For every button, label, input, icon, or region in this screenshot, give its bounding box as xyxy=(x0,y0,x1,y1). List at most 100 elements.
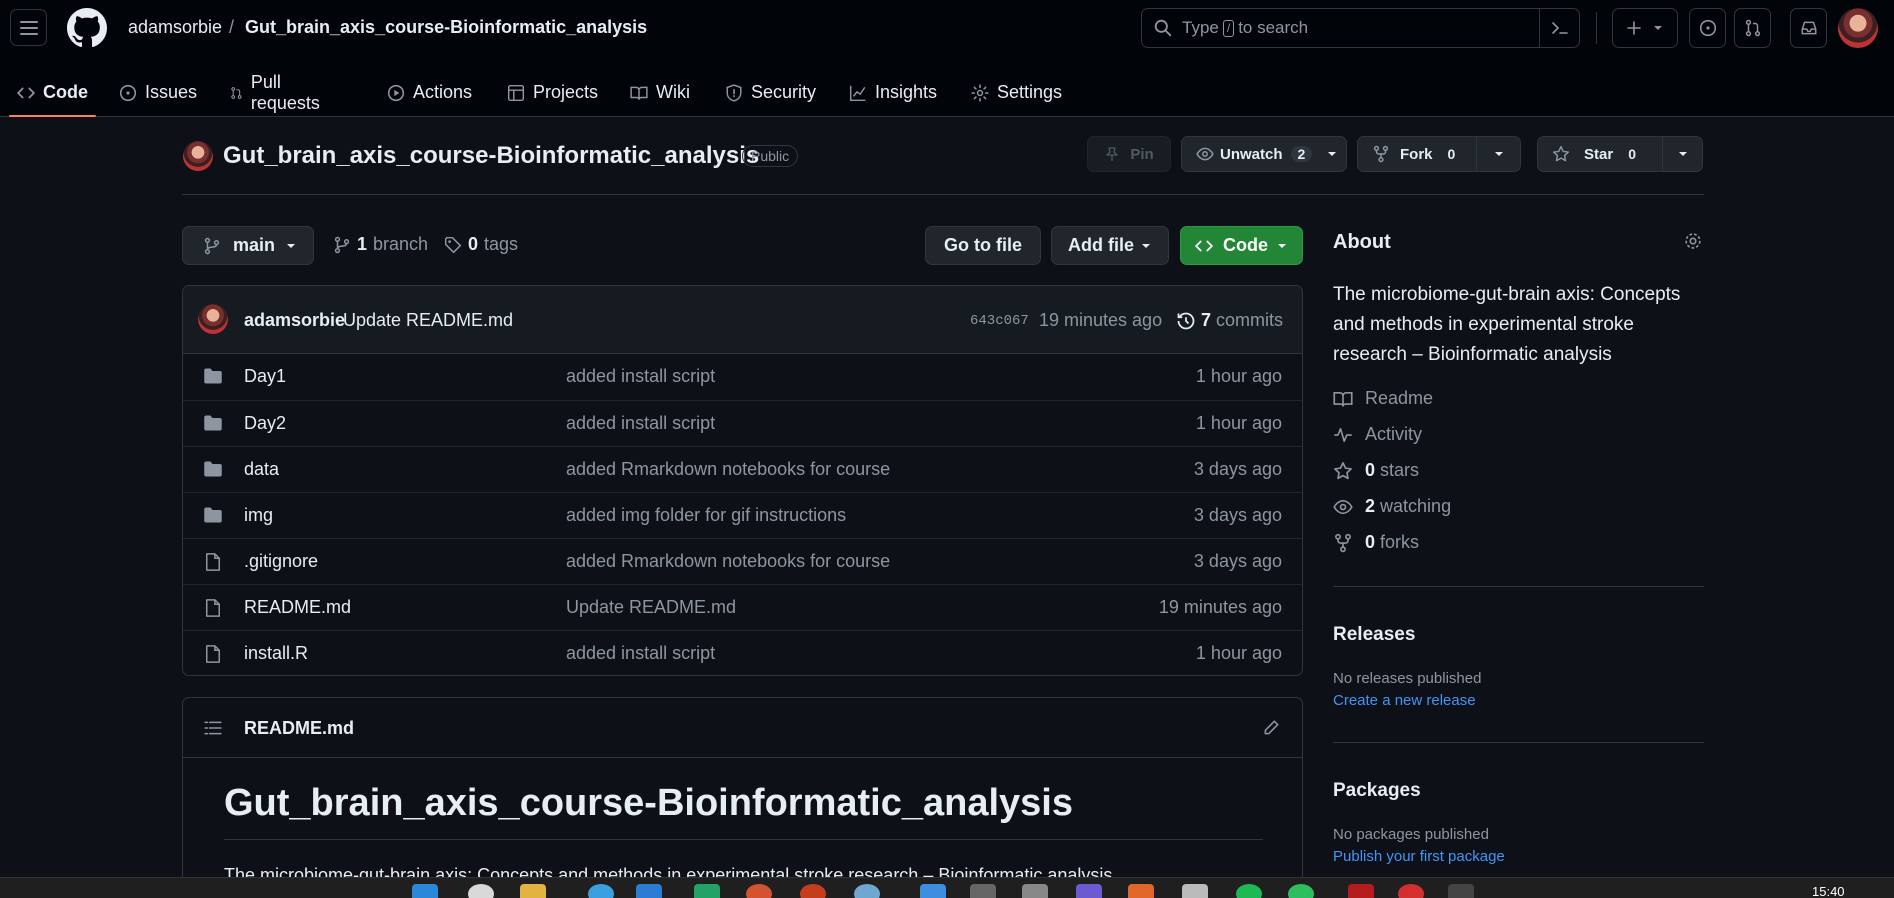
stars-link[interactable]: 0 stars xyxy=(1333,460,1419,481)
tab-insights[interactable]: Insights xyxy=(849,68,937,117)
app-taskbar-icon[interactable] xyxy=(970,884,996,898)
table-row[interactable]: .gitignore added Rmarkdown notebooks for … xyxy=(183,538,1302,584)
spotify-taskbar-icon[interactable] xyxy=(1236,884,1262,898)
table-row[interactable]: Day2 added install script 1 hour ago xyxy=(183,400,1302,446)
table-row[interactable]: img added img folder for gif instructions… xyxy=(183,492,1302,538)
commit-sha[interactable]: 643c067 xyxy=(970,313,1029,329)
file-commit-message[interactable]: added install script xyxy=(566,413,715,434)
table-row[interactable]: install.R added install script 1 hour ago xyxy=(183,630,1302,675)
unwatch-button[interactable]: Unwatch 2 xyxy=(1181,136,1347,172)
star-button[interactable]: Star 0 xyxy=(1537,136,1703,172)
github-logo-icon[interactable] xyxy=(67,8,107,48)
app-taskbar-icon[interactable] xyxy=(854,884,880,898)
file-name[interactable]: Day2 xyxy=(244,413,286,434)
releases-title[interactable]: Releases xyxy=(1333,624,1415,646)
tab-security[interactable]: Security xyxy=(725,68,816,117)
create-new-button[interactable] xyxy=(1612,8,1678,48)
tab-projects[interactable]: Projects xyxy=(507,68,598,117)
commits-link[interactable]: 7 commits xyxy=(1176,310,1283,331)
hamburger-menu-button[interactable] xyxy=(10,9,47,46)
app-taskbar-icon[interactable] xyxy=(920,884,946,898)
forks-link[interactable]: 0 forks xyxy=(1333,532,1419,553)
star-dropdown[interactable] xyxy=(1662,137,1702,171)
breadcrumb-owner[interactable]: adamsorbie xyxy=(128,17,222,38)
fork-dropdown[interactable] xyxy=(1476,137,1520,171)
app-taskbar-icon[interactable] xyxy=(1076,884,1102,898)
gear-icon[interactable] xyxy=(1683,231,1703,251)
pull-requests-button[interactable] xyxy=(1734,8,1771,48)
breadcrumb-repo[interactable]: Gut_brain_axis_course-Bioinformatic_anal… xyxy=(245,17,647,38)
inbox-button[interactable] xyxy=(1790,8,1827,48)
commit-author[interactable]: adamsorbie xyxy=(244,310,345,331)
readme-link[interactable]: Readme xyxy=(1333,388,1433,409)
chrome-taskbar-icon[interactable] xyxy=(1398,884,1424,898)
commit-author-avatar[interactable] xyxy=(198,304,228,334)
file-name[interactable]: install.R xyxy=(244,643,308,664)
packages-empty-text: No packages published xyxy=(1333,826,1489,843)
packages-title[interactable]: Packages xyxy=(1333,780,1421,802)
fork-button[interactable]: Fork 0 xyxy=(1357,136,1521,172)
file-commit-message[interactable]: added install script xyxy=(566,366,715,387)
pencil-icon[interactable] xyxy=(1262,719,1280,737)
readme-filename[interactable]: README.md xyxy=(244,718,354,739)
publish-package-link[interactable]: Publish your first package xyxy=(1333,848,1505,865)
repo-title[interactable]: Gut_brain_axis_course-Bioinformatic_anal… xyxy=(223,142,759,170)
search-icon xyxy=(1154,19,1172,37)
list-icon[interactable] xyxy=(204,719,222,737)
tab-code[interactable]: Code xyxy=(9,68,96,117)
file-commit-message[interactable]: added Rmarkdown notebooks for course xyxy=(566,459,890,480)
table-row[interactable]: Day1 added install script 1 hour ago xyxy=(183,354,1302,400)
user-avatar[interactable] xyxy=(1838,8,1878,48)
tab-actions[interactable]: Actions xyxy=(387,68,472,117)
app-taskbar-icon[interactable] xyxy=(1022,884,1048,898)
app-taskbar-icon[interactable] xyxy=(1128,884,1154,898)
file-name[interactable]: Day1 xyxy=(244,366,286,387)
excel-taskbar-icon[interactable] xyxy=(694,884,720,898)
about-description: The microbiome-gut-brain axis: Concepts … xyxy=(1333,280,1680,370)
app-taskbar-icon[interactable] xyxy=(588,884,614,898)
watch-count: 2 xyxy=(1290,146,1313,162)
file-name[interactable]: README.md xyxy=(244,597,351,618)
watching-link[interactable]: 2 watching xyxy=(1333,496,1451,517)
file-commit-message[interactable]: added install script xyxy=(566,643,715,664)
powerpoint-taskbar-icon[interactable] xyxy=(746,884,772,898)
app-taskbar-icon[interactable] xyxy=(1348,884,1374,898)
windows-start-icon[interactable] xyxy=(412,884,438,898)
command-palette-button[interactable] xyxy=(1539,9,1579,47)
tab-settings[interactable]: Settings xyxy=(971,68,1062,117)
app-taskbar-icon[interactable] xyxy=(800,884,826,898)
app-taskbar-icon[interactable] xyxy=(1448,884,1474,898)
file-commit-time: 19 minutes ago xyxy=(1158,597,1282,617)
tab-pull-requests[interactable]: Pull requests xyxy=(230,68,325,117)
table-row[interactable]: data added Rmarkdown notebooks for course… xyxy=(183,446,1302,492)
code-button[interactable]: Code xyxy=(1180,226,1303,265)
go-to-file-button[interactable]: Go to file xyxy=(925,226,1041,265)
word-taskbar-icon[interactable] xyxy=(636,884,662,898)
tags-link[interactable]: 0 tags xyxy=(444,234,518,255)
folder-taskbar-icon[interactable] xyxy=(520,884,546,898)
app-taskbar-icon[interactable] xyxy=(1288,884,1314,898)
file-icon xyxy=(203,598,223,618)
branches-link[interactable]: 1 branch xyxy=(333,234,428,255)
branch-select[interactable]: main xyxy=(182,226,314,265)
pin-button[interactable]: Pin xyxy=(1087,136,1171,172)
activity-link[interactable]: Activity xyxy=(1333,424,1422,445)
tab-issues[interactable]: Issues xyxy=(119,68,197,117)
app-taskbar-icon[interactable] xyxy=(1182,884,1208,898)
search-taskbar-icon[interactable] xyxy=(468,884,494,898)
commit-message[interactable]: Update README.md xyxy=(343,310,513,331)
search-input[interactable]: Type / to search xyxy=(1141,8,1580,48)
issues-button[interactable] xyxy=(1689,8,1726,48)
table-row[interactable]: README.md Update README.md 19 minutes ago xyxy=(183,584,1302,630)
file-commit-message[interactable]: added img folder for gif instructions xyxy=(566,505,846,526)
file-name[interactable]: img xyxy=(244,505,273,526)
watch-dropdown[interactable] xyxy=(1318,137,1346,171)
file-name[interactable]: data xyxy=(244,459,279,480)
file-commit-message[interactable]: Update README.md xyxy=(566,597,736,618)
create-release-link[interactable]: Create a new release xyxy=(1333,692,1476,709)
owner-avatar[interactable] xyxy=(183,141,213,171)
add-file-button[interactable]: Add file xyxy=(1051,226,1169,265)
tab-wiki[interactable]: Wiki xyxy=(630,68,690,117)
file-name[interactable]: .gitignore xyxy=(244,551,318,572)
file-commit-message[interactable]: added Rmarkdown notebooks for course xyxy=(566,551,890,572)
